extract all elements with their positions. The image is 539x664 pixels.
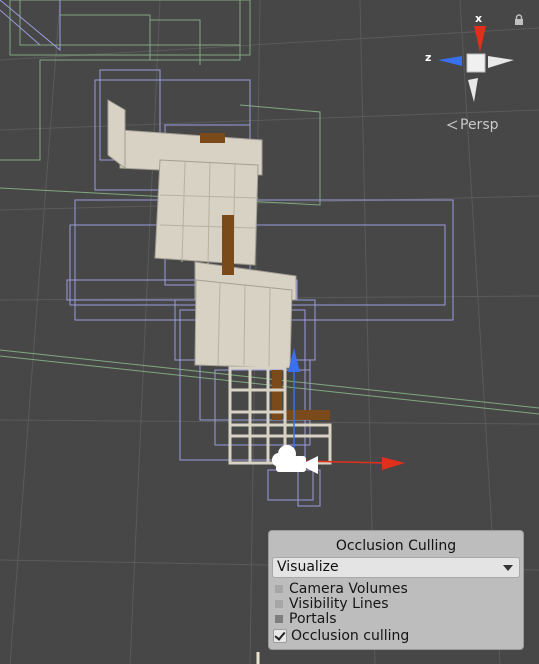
gizmo-x-label: x [475, 12, 483, 25]
scene-viewport[interactable]: x z Persp Occlusion Culling Visualize Ca… [0, 0, 539, 664]
occlusion-culling-toggle[interactable]: Occlusion culling [273, 628, 409, 644]
legend-label: Camera Volumes [289, 581, 408, 597]
legend-label: Portals [289, 611, 337, 627]
move-handle-x-arrow [382, 457, 405, 470]
dropdown-value: Visualize [277, 559, 339, 575]
visualization-mode-dropdown[interactable]: Visualize [272, 557, 520, 578]
panel-title: Occlusion Culling [335, 538, 457, 554]
camera-icon [272, 445, 318, 474]
gizmo-z-cone [438, 56, 462, 66]
legend-camera-volumes: Camera Volumes [275, 581, 408, 597]
checkbox-label: Occlusion culling [291, 628, 410, 644]
legend-portals: Portals [275, 611, 337, 627]
legend-visibility-lines: Visibility Lines [275, 596, 389, 612]
gizmo-neg-y-cone [468, 78, 478, 102]
chevron-down-icon [503, 565, 513, 571]
chevron-left-icon [446, 120, 458, 130]
projection-toggle[interactable]: Persp [446, 117, 499, 133]
gizmo-neg-x-cone [488, 56, 514, 68]
orientation-gizmo[interactable] [418, 14, 522, 124]
legend-swatch [275, 615, 283, 623]
gizmo-z-label: z [425, 51, 432, 64]
legend-label: Visibility Lines [289, 596, 389, 612]
checkbox[interactable] [273, 629, 287, 643]
legend-swatch [275, 600, 283, 608]
occlusion-culling-panel: Occlusion Culling Visualize Camera Volum… [268, 530, 524, 650]
legend-swatch [275, 585, 283, 593]
lock-icon[interactable] [513, 14, 525, 26]
gizmo-center-cube [466, 53, 486, 73]
gizmo-x-cone [474, 26, 486, 52]
projection-label: Persp [460, 117, 499, 133]
